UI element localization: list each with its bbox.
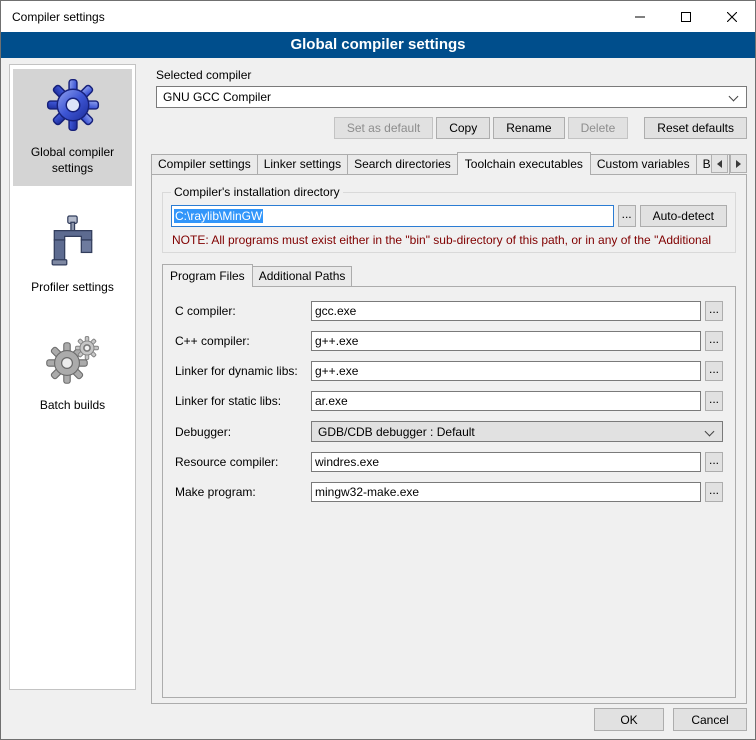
cpp-compiler-browse-button[interactable]: ... xyxy=(705,331,723,351)
field-row-static-linker: Linker for static libs: ... xyxy=(175,391,723,411)
selected-compiler-label: Selected compiler xyxy=(156,68,747,82)
tab-scroll-left-button[interactable] xyxy=(711,154,728,173)
delete-button: Delete xyxy=(568,117,629,139)
tab-search-directories[interactable]: Search directories xyxy=(347,154,458,174)
sidebar-item-label: Global compiler settings xyxy=(15,145,130,176)
subtab-additional-paths[interactable]: Additional Paths xyxy=(252,266,353,286)
gray-gears-icon xyxy=(46,335,100,388)
tab-scroll-buttons xyxy=(711,154,747,173)
field-row-debugger: Debugger: GDB/CDB debugger : Default xyxy=(175,421,723,442)
cancel-button[interactable]: Cancel xyxy=(673,708,747,731)
clamp-icon xyxy=(49,215,97,270)
field-row-make-program: Make program: ... xyxy=(175,482,723,502)
close-icon xyxy=(727,12,737,22)
sidebar-item-global-compiler-settings[interactable]: Global compiler settings xyxy=(13,69,132,186)
sidebar-item-label: Batch builds xyxy=(40,398,105,414)
sidebar-item-batch-builds[interactable]: Batch builds xyxy=(13,326,132,424)
debugger-select[interactable]: GDB/CDB debugger : Default xyxy=(311,421,723,442)
installation-directory-group: Compiler's installation directory C:\ray… xyxy=(162,185,736,253)
debugger-value: GDB/CDB debugger : Default xyxy=(318,425,475,439)
make-program-browse-button[interactable]: ... xyxy=(705,482,723,502)
main-panel: Selected compiler GNU GCC Compiler Set a… xyxy=(146,62,747,704)
resource-compiler-label: Resource compiler: xyxy=(175,455,307,469)
rename-button[interactable]: Rename xyxy=(493,117,564,139)
tab-scroll-left-icon xyxy=(717,160,722,168)
installation-directory-value: C:\raylib\MinGW xyxy=(174,209,263,223)
field-row-cpp-compiler: C++ compiler: ... xyxy=(175,331,723,351)
c-compiler-input[interactable] xyxy=(311,301,701,321)
make-program-label: Make program: xyxy=(175,485,307,499)
dynamic-linker-browse-button[interactable]: ... xyxy=(705,361,723,381)
settings-sidebar: Global compiler settings xyxy=(9,64,136,690)
installation-directory-group-label: Compiler's installation directory xyxy=(171,185,343,199)
tab-scroll-right-button[interactable] xyxy=(730,154,747,173)
compiler-actions: Set as default Copy Rename Delete Reset … xyxy=(156,117,747,139)
dynamic-linker-label: Linker for dynamic libs: xyxy=(175,364,307,378)
field-row-resource-compiler: Resource compiler: ... xyxy=(175,452,723,472)
tab-scroll-right-icon xyxy=(736,160,741,168)
maximize-button[interactable] xyxy=(663,1,709,32)
close-button[interactable] xyxy=(709,1,755,32)
static-linker-browse-button[interactable]: ... xyxy=(705,391,723,411)
set-as-default-button: Set as default xyxy=(334,117,433,139)
sidebar-item-label: Profiler settings xyxy=(31,280,114,296)
selected-compiler-value: GNU GCC Compiler xyxy=(163,90,271,104)
cpp-compiler-input[interactable] xyxy=(311,331,701,351)
installation-directory-input[interactable]: C:\raylib\MinGW xyxy=(171,205,614,227)
installation-directory-row: C:\raylib\MinGW ... Auto-detect xyxy=(171,205,727,227)
tab-linker-settings[interactable]: Linker settings xyxy=(257,154,348,174)
minimize-icon xyxy=(635,12,645,22)
tab-toolchain-executables[interactable]: Toolchain executables xyxy=(457,152,591,175)
compiler-settings-window: Compiler settings Global compiler settin… xyxy=(0,0,756,740)
tab-compiler-settings[interactable]: Compiler settings xyxy=(151,154,258,174)
dialog-content: Global compiler settings xyxy=(1,58,755,739)
field-row-c-compiler: C compiler: ... xyxy=(175,301,723,321)
field-row-dynamic-linker: Linker for dynamic libs: ... xyxy=(175,361,723,381)
program-files-tabstrip: Program Files Additional Paths xyxy=(162,263,738,286)
copy-button[interactable]: Copy xyxy=(436,117,490,139)
static-linker-label: Linker for static libs: xyxy=(175,394,307,408)
directory-note: NOTE: All programs must exist either in … xyxy=(172,233,726,247)
reset-defaults-button[interactable]: Reset defaults xyxy=(644,117,747,139)
blue-gear-icon xyxy=(46,78,100,135)
titlebar[interactable]: Compiler settings xyxy=(1,1,755,32)
make-program-input[interactable] xyxy=(311,482,701,502)
cpp-compiler-label: C++ compiler: xyxy=(175,334,307,348)
subtab-program-files[interactable]: Program Files xyxy=(162,264,253,287)
auto-detect-button[interactable]: Auto-detect xyxy=(640,205,727,227)
directory-browse-button[interactable]: ... xyxy=(618,205,636,227)
c-compiler-browse-button[interactable]: ... xyxy=(705,301,723,321)
resource-compiler-input[interactable] xyxy=(311,452,701,472)
settings-tabstrip: Compiler settings Linker settings Search… xyxy=(151,151,747,174)
sidebar-item-profiler-settings[interactable]: Profiler settings xyxy=(13,206,132,306)
dialog-header: Global compiler settings xyxy=(1,32,755,58)
debugger-label: Debugger: xyxy=(175,425,307,439)
ok-button[interactable]: OK xyxy=(594,708,664,731)
dynamic-linker-input[interactable] xyxy=(311,361,701,381)
dialog-footer: OK Cancel xyxy=(594,708,747,731)
c-compiler-label: C compiler: xyxy=(175,304,307,318)
resource-compiler-browse-button[interactable]: ... xyxy=(705,452,723,472)
toolchain-executables-panel: Compiler's installation directory C:\ray… xyxy=(151,174,747,704)
window-title: Compiler settings xyxy=(1,10,617,24)
static-linker-input[interactable] xyxy=(311,391,701,411)
minimize-button[interactable] xyxy=(617,1,663,32)
selected-compiler-select[interactable]: GNU GCC Compiler xyxy=(156,86,747,108)
maximize-icon xyxy=(681,12,691,22)
tab-custom-variables[interactable]: Custom variables xyxy=(590,154,697,174)
program-files-panel: C compiler: ... C++ compiler: ... Linker… xyxy=(162,286,736,698)
